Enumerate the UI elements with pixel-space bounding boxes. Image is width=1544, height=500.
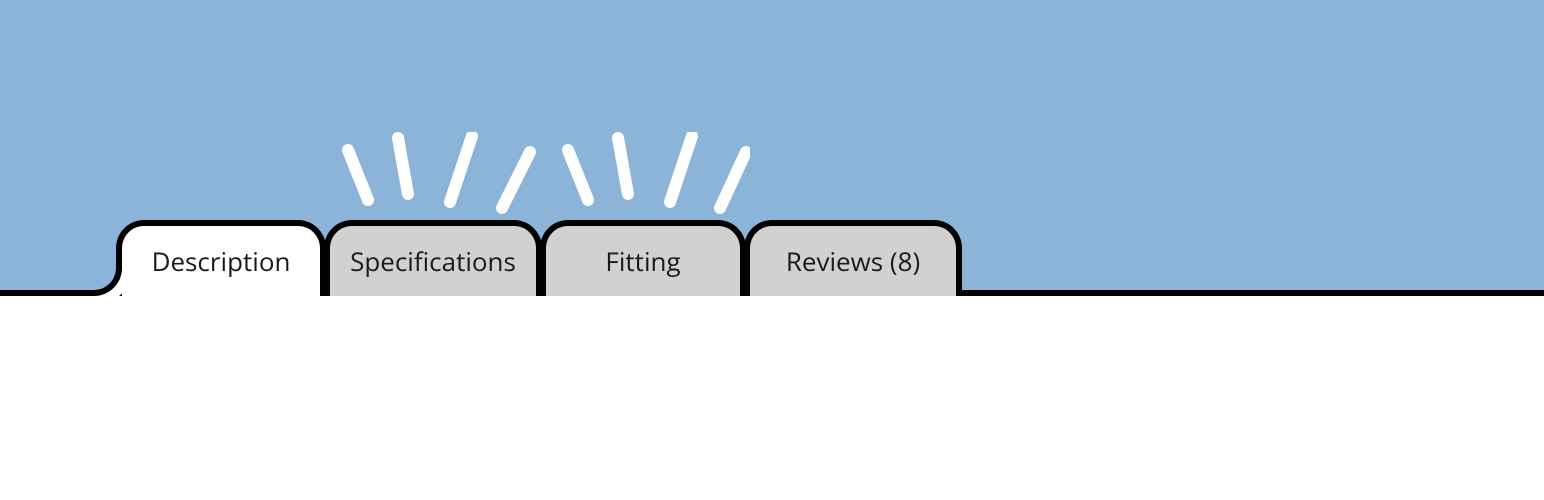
tab-label: Reviews (8) — [786, 243, 920, 279]
tab-reviews[interactable]: Reviews (8) — [744, 220, 962, 296]
tab-label: Description — [152, 243, 291, 279]
tab-fitting[interactable]: Fitting — [540, 220, 746, 296]
tab-specifications[interactable]: Specifications — [324, 220, 542, 296]
tab-label: Fitting — [605, 243, 680, 279]
tab-content-area — [0, 296, 1544, 500]
tab-label: Specifications — [350, 243, 516, 279]
tab-description[interactable]: Description — [116, 220, 326, 296]
tab-list: Description Specifications Fitting Revie… — [0, 220, 1544, 296]
